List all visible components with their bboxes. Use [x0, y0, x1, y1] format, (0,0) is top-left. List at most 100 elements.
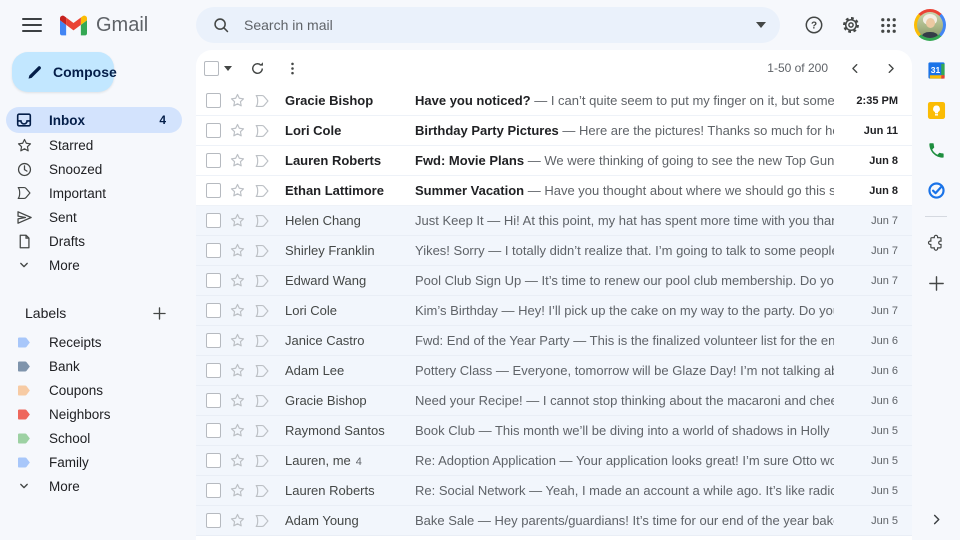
label-item-receipts[interactable]: Receipts: [0, 330, 182, 354]
email-row[interactable]: Gracie BishopHave you noticed? — I can’t…: [196, 86, 912, 116]
important-marker-icon[interactable]: [253, 184, 271, 198]
email-row[interactable]: Edward WangPool Club Sign Up — It’s time…: [196, 266, 912, 296]
email-checkbox[interactable]: [206, 303, 221, 318]
important-marker-icon[interactable]: [253, 94, 271, 108]
sidebar-item-starred[interactable]: Starred: [0, 133, 182, 157]
email-row[interactable]: Lori ColeBirthday Party Pictures — Here …: [196, 116, 912, 146]
plus-icon: [927, 274, 946, 293]
email-checkbox[interactable]: [206, 213, 221, 228]
star-icon[interactable]: [228, 452, 246, 469]
important-marker-icon[interactable]: [253, 364, 271, 378]
label-item-family[interactable]: Family: [0, 450, 182, 474]
voice-button[interactable]: [917, 130, 955, 170]
email-sender: Lauren, me4: [285, 453, 413, 468]
labels-more-item[interactable]: More: [0, 474, 182, 498]
star-icon[interactable]: [228, 332, 246, 349]
important-marker-icon[interactable]: [253, 454, 271, 468]
star-icon[interactable]: [228, 392, 246, 409]
search-input[interactable]: [242, 16, 756, 34]
email-row[interactable]: Ethan LattimoreSummer Vacation — Have yo…: [196, 176, 912, 206]
settings-gear-icon[interactable]: [840, 14, 862, 36]
search-bar[interactable]: [196, 7, 780, 43]
star-icon[interactable]: [228, 152, 246, 169]
email-checkbox[interactable]: [206, 333, 221, 348]
email-checkbox[interactable]: [206, 93, 221, 108]
refresh-icon[interactable]: [249, 60, 266, 77]
star-icon[interactable]: [228, 212, 246, 229]
email-checkbox[interactable]: [206, 363, 221, 378]
select-options-caret-icon[interactable]: [224, 66, 232, 71]
compose-button[interactable]: Compose: [12, 52, 114, 92]
sidebar-item-sent[interactable]: Sent: [0, 205, 182, 229]
label-item-coupons[interactable]: Coupons: [0, 378, 182, 402]
email-checkbox[interactable]: [206, 423, 221, 438]
important-marker-icon[interactable]: [253, 244, 271, 258]
important-marker-icon[interactable]: [253, 124, 271, 138]
email-row[interactable]: Raymond SantosBook Club — This month we’…: [196, 416, 912, 446]
email-row[interactable]: Lauren, me4Re: Adoption Application — Yo…: [196, 446, 912, 476]
star-icon[interactable]: [228, 482, 246, 499]
sidebar-item-inbox[interactable]: Inbox4: [6, 107, 182, 133]
email-row[interactable]: Helen ChangJust Keep It — Hi! At this po…: [196, 206, 912, 236]
keep-button[interactable]: [917, 90, 955, 130]
email-checkbox[interactable]: [206, 183, 221, 198]
calendar-button[interactable]: 31: [917, 50, 955, 90]
label-item-bank[interactable]: Bank: [0, 354, 182, 378]
email-checkbox[interactable]: [206, 393, 221, 408]
important-marker-icon[interactable]: [253, 394, 271, 408]
star-icon[interactable]: [228, 422, 246, 439]
older-page-chevron-right-icon[interactable]: [884, 61, 898, 75]
important-marker-icon[interactable]: [253, 334, 271, 348]
star-icon[interactable]: [228, 242, 246, 259]
search-icon[interactable]: [210, 14, 232, 36]
star-icon[interactable]: [228, 92, 246, 109]
label-item-neighbors[interactable]: Neighbors: [0, 402, 182, 426]
important-marker-icon[interactable]: [253, 274, 271, 288]
tasks-button[interactable]: [917, 170, 955, 210]
star-icon[interactable]: [228, 122, 246, 139]
main-menu-icon[interactable]: [22, 18, 42, 32]
email-checkbox[interactable]: [206, 123, 221, 138]
email-checkbox[interactable]: [206, 153, 221, 168]
email-checkbox[interactable]: [206, 453, 221, 468]
create-label-plus-icon[interactable]: [151, 305, 168, 322]
email-row[interactable]: Janice CastroFwd: End of the Year Party …: [196, 326, 912, 356]
email-row[interactable]: Adam LeePottery Class — Everyone, tomorr…: [196, 356, 912, 386]
star-icon[interactable]: [228, 362, 246, 379]
email-checkbox[interactable]: [206, 273, 221, 288]
sidebar-item-important[interactable]: Important: [0, 181, 182, 205]
email-row[interactable]: Shirley FranklinYikes! Sorry — I totally…: [196, 236, 912, 266]
google-apps-grid-icon[interactable]: [877, 14, 899, 36]
email-checkbox[interactable]: [206, 243, 221, 258]
help-icon[interactable]: ?: [803, 14, 825, 36]
important-marker-icon[interactable]: [253, 154, 271, 168]
email-row[interactable]: Lauren RobertsRe: Social Network — Yeah,…: [196, 476, 912, 506]
star-icon[interactable]: [228, 512, 246, 529]
account-avatar[interactable]: [914, 9, 946, 41]
sidebar-item-more[interactable]: More: [0, 253, 182, 277]
sidebar-item-drafts[interactable]: Drafts: [0, 229, 182, 253]
email-checkbox[interactable]: [206, 483, 221, 498]
important-marker-icon[interactable]: [253, 214, 271, 228]
email-row[interactable]: Lori ColeKim’s Birthday — Hey! I’ll pick…: [196, 296, 912, 326]
email-row[interactable]: Adam YoungBake Sale — Hey parents/guardi…: [196, 506, 912, 536]
email-checkbox[interactable]: [206, 513, 221, 528]
search-options-caret-icon[interactable]: [756, 22, 766, 28]
select-all-checkbox[interactable]: [204, 61, 219, 76]
email-row[interactable]: Lauren RobertsFwd: Movie Plans — We were…: [196, 146, 912, 176]
plus-button[interactable]: [917, 263, 955, 303]
important-marker-icon[interactable]: [253, 424, 271, 438]
star-icon[interactable]: [228, 272, 246, 289]
newer-page-chevron-left-icon[interactable]: [848, 61, 862, 75]
important-marker-icon[interactable]: [253, 514, 271, 528]
email-row[interactable]: Gracie BishopNeed your Recipe! — I canno…: [196, 386, 912, 416]
show-side-panel-chevron-icon[interactable]: [917, 506, 955, 532]
sidebar-item-snoozed[interactable]: Snoozed: [0, 157, 182, 181]
more-options-kebab-icon[interactable]: [284, 60, 301, 77]
star-icon[interactable]: [228, 302, 246, 319]
star-icon[interactable]: [228, 182, 246, 199]
label-item-school[interactable]: School: [0, 426, 182, 450]
important-marker-icon[interactable]: [253, 484, 271, 498]
important-marker-icon[interactable]: [253, 304, 271, 318]
addons-button[interactable]: [917, 223, 955, 263]
